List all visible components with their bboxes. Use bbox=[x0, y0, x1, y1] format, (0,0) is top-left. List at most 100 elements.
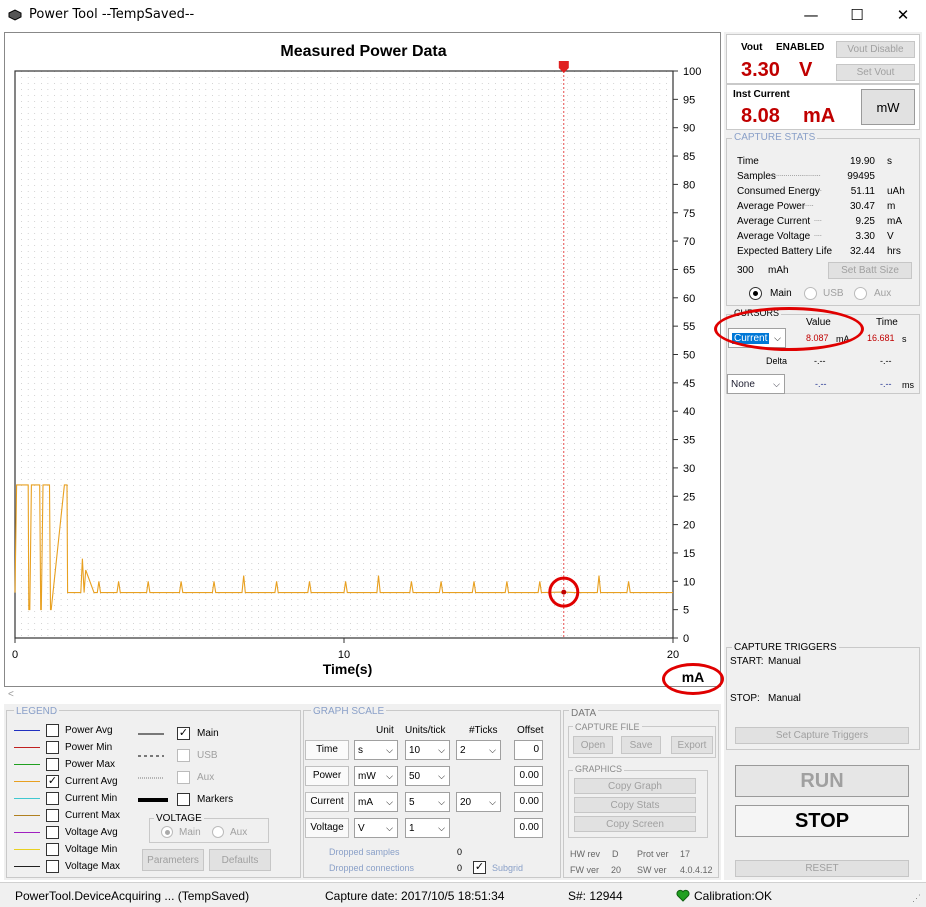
battery-size-value: 300 bbox=[737, 265, 754, 276]
legend-checkbox[interactable] bbox=[46, 741, 59, 754]
legend-item-label: Voltage Min bbox=[65, 844, 118, 855]
minimize-button[interactable]: — bbox=[788, 0, 834, 30]
stop-button[interactable]: STOP bbox=[735, 805, 909, 837]
scale-units-per-tick-select[interactable]: 1 ⌵ bbox=[405, 818, 450, 838]
maximize-button[interactable]: ☐ bbox=[834, 0, 880, 30]
save-button[interactable]: Save bbox=[621, 736, 661, 754]
hw-rev-label: HW rev bbox=[570, 849, 600, 859]
x-tick-label: 10 bbox=[338, 649, 350, 661]
unit-header: Unit bbox=[376, 725, 394, 736]
set-capture-triggers-button[interactable]: Set Capture Triggers bbox=[735, 727, 909, 744]
battery-size-unit: mAh bbox=[768, 265, 789, 276]
stat-label: Average Voltage bbox=[737, 231, 811, 242]
y-tick-label: 70 bbox=[683, 236, 695, 248]
legend-checkbox[interactable] bbox=[46, 724, 59, 737]
reset-button[interactable]: RESET bbox=[735, 860, 909, 877]
aux-checkbox[interactable] bbox=[177, 771, 190, 784]
voltage-main-radio[interactable] bbox=[161, 826, 173, 838]
scale-offset-input[interactable]: 0.00 bbox=[514, 792, 543, 812]
scale-units-per-tick-select[interactable]: 10 ⌵ bbox=[405, 740, 450, 760]
export-button[interactable]: Export bbox=[671, 736, 713, 754]
scale-unit-select[interactable]: s ⌵ bbox=[354, 740, 398, 760]
graph-panel: Measured Power Data 100 95 90 85 80 75 70 65 60 5… bbox=[4, 32, 721, 687]
legend-checkbox[interactable] bbox=[46, 758, 59, 771]
legend-checkbox[interactable]: ✓ bbox=[46, 775, 59, 788]
scale-unit-select[interactable]: V ⌵ bbox=[354, 818, 398, 838]
scale-ticks-select[interactable]: 2 ⌵ bbox=[456, 740, 501, 760]
scale-offset-input[interactable]: 0.00 bbox=[514, 818, 543, 838]
usb-checkbox[interactable] bbox=[177, 749, 190, 762]
device-state: PowerTool.DeviceAcquiring ... (TempSaved… bbox=[15, 889, 250, 903]
parameters-button[interactable]: Parameters bbox=[142, 849, 204, 871]
delta-label: Delta bbox=[766, 356, 788, 366]
power-chart[interactable]: 1009590858075706560555045403530252015105… bbox=[5, 33, 720, 686]
legend-checkbox[interactable] bbox=[46, 843, 59, 856]
stat-unit: hrs bbox=[887, 246, 901, 257]
vout-disable-button[interactable]: Vout Disable bbox=[836, 41, 915, 58]
scale-units-per-tick-select[interactable]: 50 ⌵ bbox=[405, 766, 450, 786]
scale-offset-input[interactable]: 0 bbox=[514, 740, 543, 760]
open-button[interactable]: Open bbox=[573, 736, 613, 754]
y-tick-label: 65 bbox=[683, 264, 695, 276]
voltage-aux-label: Aux bbox=[230, 827, 248, 838]
scale-units-per-tick-select[interactable]: 5 ⌵ bbox=[405, 792, 450, 812]
radio-usb-label: USB bbox=[823, 288, 844, 299]
scale-unit-select[interactable]: mW ⌵ bbox=[354, 766, 398, 786]
cursor-mode-select[interactable]: None ⌵ bbox=[727, 374, 785, 394]
trigger-start-value: Manual bbox=[768, 656, 801, 667]
ticks-header: #Ticks bbox=[469, 725, 498, 736]
bottom-panel: LEGEND ✓ Main USB Aux Markers VOLTAGE Ma… bbox=[4, 704, 721, 880]
mw-toggle-button[interactable]: mW bbox=[861, 89, 915, 125]
legend-swatch bbox=[14, 849, 40, 850]
markers-checkbox[interactable] bbox=[177, 793, 190, 806]
subgrid bbox=[14, 71, 674, 638]
legend-item-label: Voltage Max bbox=[65, 861, 121, 872]
subgrid-checkbox[interactable]: ✓ bbox=[473, 861, 486, 874]
copy-stats-button[interactable]: Copy Stats bbox=[574, 797, 696, 813]
markers-label: Markers bbox=[197, 794, 234, 805]
radio-main[interactable] bbox=[749, 287, 762, 300]
legend-item-label: Power Max bbox=[65, 759, 116, 770]
y-tick-label: 15 bbox=[683, 548, 695, 560]
close-button[interactable]: ✕ bbox=[880, 0, 926, 30]
y-tick-label: 25 bbox=[683, 491, 695, 503]
scale-row-name: Voltage bbox=[305, 818, 349, 838]
legend-checkbox[interactable] bbox=[46, 860, 59, 873]
stat-value: 99495 bbox=[847, 171, 875, 182]
legend-checkbox[interactable] bbox=[46, 826, 59, 839]
voltage-aux-radio[interactable] bbox=[212, 826, 224, 838]
main-checkbox[interactable]: ✓ bbox=[177, 727, 190, 740]
none-unit: ms bbox=[902, 380, 914, 390]
scale-row-name: Time bbox=[305, 740, 349, 760]
stat-value: 19.90 bbox=[849, 156, 875, 167]
legend-checkbox[interactable] bbox=[46, 809, 59, 822]
set-batt-size-button[interactable]: Set Batt Size bbox=[828, 262, 912, 279]
y-tick-label: 0 bbox=[683, 633, 689, 645]
resize-grip-icon[interactable]: ⋰ bbox=[912, 893, 921, 904]
y-tick-label: 95 bbox=[683, 94, 695, 106]
copy-graph-button[interactable]: Copy Graph bbox=[574, 778, 696, 794]
copy-screen-button[interactable]: Copy Screen bbox=[574, 816, 696, 832]
y-tick-label: 90 bbox=[683, 123, 695, 135]
radio-aux[interactable] bbox=[854, 287, 867, 300]
legend-checkbox[interactable] bbox=[46, 792, 59, 805]
scroll-left-icon[interactable]: < bbox=[8, 689, 14, 700]
defaults-button[interactable]: Defaults bbox=[209, 849, 271, 871]
set-vout-button[interactable]: Set Vout bbox=[836, 64, 915, 81]
stat-row: Average Current.... 9.25 mA bbox=[737, 216, 907, 230]
trigger-start-label: START: bbox=[730, 656, 764, 667]
radio-usb[interactable] bbox=[804, 287, 817, 300]
scale-unit-select[interactable]: mA ⌵ bbox=[354, 792, 398, 812]
scale-ticks-select[interactable]: 20 ⌵ bbox=[456, 792, 501, 812]
vout-label: Vout bbox=[741, 42, 763, 53]
legend-item-label: Power Avg bbox=[65, 725, 113, 736]
unit-badge[interactable]: mA bbox=[662, 669, 724, 685]
trigger-stop-label: STOP: bbox=[730, 693, 760, 704]
run-button[interactable]: RUN bbox=[735, 765, 909, 797]
scale-offset-input[interactable]: 0.00 bbox=[514, 766, 543, 786]
legend-swatch bbox=[14, 866, 40, 867]
delta-time: -.-- bbox=[880, 356, 892, 366]
inst-current-value: 8.08 bbox=[741, 105, 780, 127]
stat-unit: m bbox=[887, 201, 896, 212]
stat-row: Average Power..... 30.47 m bbox=[737, 201, 907, 215]
